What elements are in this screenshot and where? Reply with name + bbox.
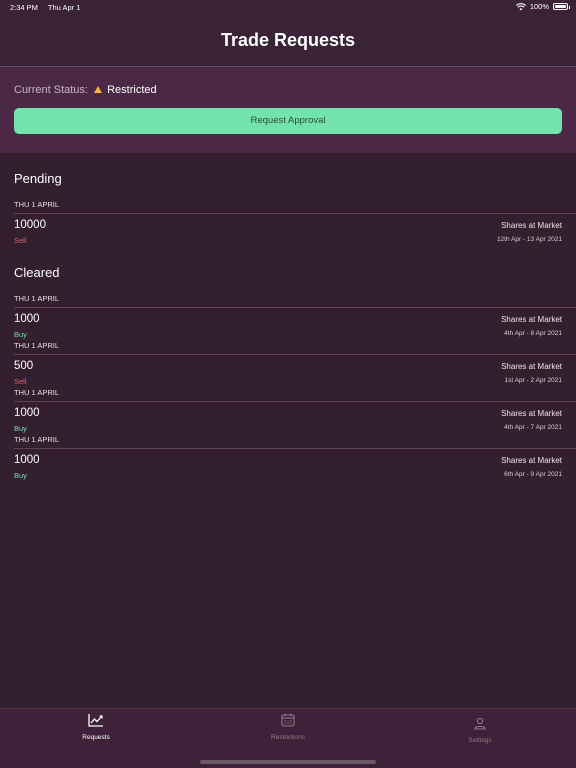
trade-quantity: 10000 <box>14 219 46 231</box>
divider <box>14 307 576 308</box>
pending-section-title: Pending <box>14 171 62 186</box>
list-item[interactable]: 10000 Sell Shares at Market 12th Apr - 1… <box>14 219 562 245</box>
current-status-value: Restricted <box>107 84 157 96</box>
wifi-icon <box>515 2 526 10</box>
tab-restrictions[interactable]: Restrictions <box>238 713 338 741</box>
tab-bar: Requests Restrictions Settings <box>0 708 576 768</box>
warning-icon <box>94 86 103 93</box>
list-item[interactable]: 1000 Buy Shares at Market 4th Apr - 8 Ap… <box>14 313 562 339</box>
trade-quantity: 500 <box>14 360 34 372</box>
tab-requests-label: Requests <box>82 734 110 741</box>
trade-side: Buy <box>14 330 27 339</box>
date-header: THU 1 APRIL <box>14 388 60 397</box>
trade-side: Sell <box>14 236 27 245</box>
list-item[interactable]: 1000 Buy Shares at Market 4th Apr - 7 Ap… <box>14 407 562 433</box>
list-item[interactable]: 1000 Buy Shares at Market 6th Apr - 9 Ap… <box>14 454 562 480</box>
trade-instrument: Shares at Market <box>501 456 562 465</box>
current-status: Current Status: Restricted <box>14 84 157 96</box>
trade-instrument: Shares at Market <box>501 221 562 230</box>
trade-date-range: 4th Apr - 7 Apr 2021 <box>504 424 562 431</box>
divider <box>14 448 576 449</box>
trade-quantity: 1000 <box>14 407 40 419</box>
divider <box>14 401 576 402</box>
date-header: THU 1 APRIL <box>14 200 60 209</box>
current-status-label: Current Status: <box>14 84 88 96</box>
trade-instrument: Shares at Market <box>501 409 562 418</box>
trade-side: Buy <box>14 471 27 480</box>
trade-date-range: 12th Apr - 13 Apr 2021 <box>496 236 562 243</box>
battery-icon <box>553 3 570 10</box>
divider <box>14 354 576 355</box>
calendar-icon <box>281 713 295 727</box>
divider <box>14 213 576 214</box>
date-header: THU 1 APRIL <box>14 341 60 350</box>
nav-header: Trade Requests <box>0 16 576 67</box>
chart-line-icon <box>88 714 103 727</box>
trade-instrument: Shares at Market <box>501 315 562 324</box>
status-panel: Current Status: Restricted Request Appro… <box>0 67 576 153</box>
page-title: Trade Requests <box>220 30 356 50</box>
cleared-section-title: Cleared <box>14 265 60 280</box>
tab-restrictions-label: Restrictions <box>271 734 305 741</box>
status-date: Thu Apr 1 <box>47 3 81 12</box>
battery-percent: 100% <box>529 2 549 11</box>
list-item[interactable]: 500 Sell Shares at Market 1st Apr - 2 Ap… <box>14 360 562 386</box>
date-header: THU 1 APRIL <box>14 435 60 444</box>
tab-settings-label: Settings <box>468 737 492 744</box>
trade-side: Sell <box>14 377 27 386</box>
status-bar: 2:34 PM Thu Apr 1 100% <box>0 0 576 16</box>
tab-settings[interactable]: Settings <box>430 717 530 744</box>
trade-date-range: 1st Apr - 2 Apr 2021 <box>504 377 562 384</box>
tab-requests[interactable]: Requests <box>46 713 146 741</box>
trade-quantity: 1000 <box>14 454 40 466</box>
date-header: THU 1 APRIL <box>14 294 60 303</box>
trade-date-range: 4th Apr - 8 Apr 2021 <box>504 330 562 337</box>
request-approval-button[interactable]: Request Approval <box>14 108 562 134</box>
trade-instrument: Shares at Market <box>501 362 562 371</box>
home-indicator[interactable] <box>200 760 376 764</box>
person-icon <box>474 717 486 730</box>
trade-date-range: 6th Apr - 9 Apr 2021 <box>504 471 562 478</box>
trade-side: Buy <box>14 424 27 433</box>
status-time: 2:34 PM <box>10 3 38 12</box>
trade-quantity: 1000 <box>14 313 40 325</box>
